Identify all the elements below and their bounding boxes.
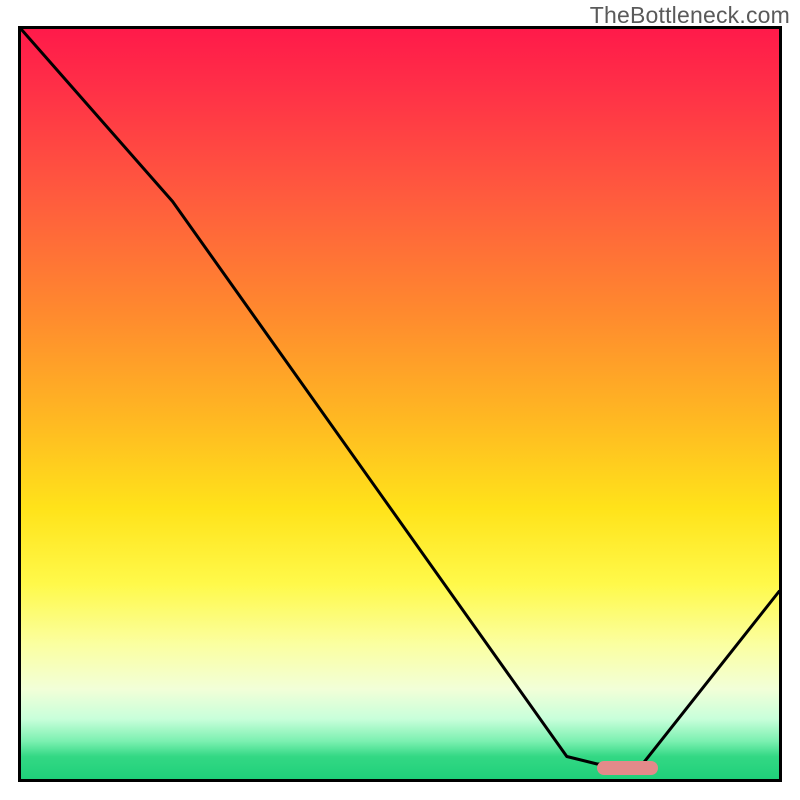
- watermark-text: TheBottleneck.com: [590, 2, 790, 29]
- optimal-range-marker: [597, 761, 658, 775]
- plot-area: [18, 26, 782, 782]
- bottleneck-curve: [21, 29, 779, 779]
- chart-frame: TheBottleneck.com: [0, 0, 800, 800]
